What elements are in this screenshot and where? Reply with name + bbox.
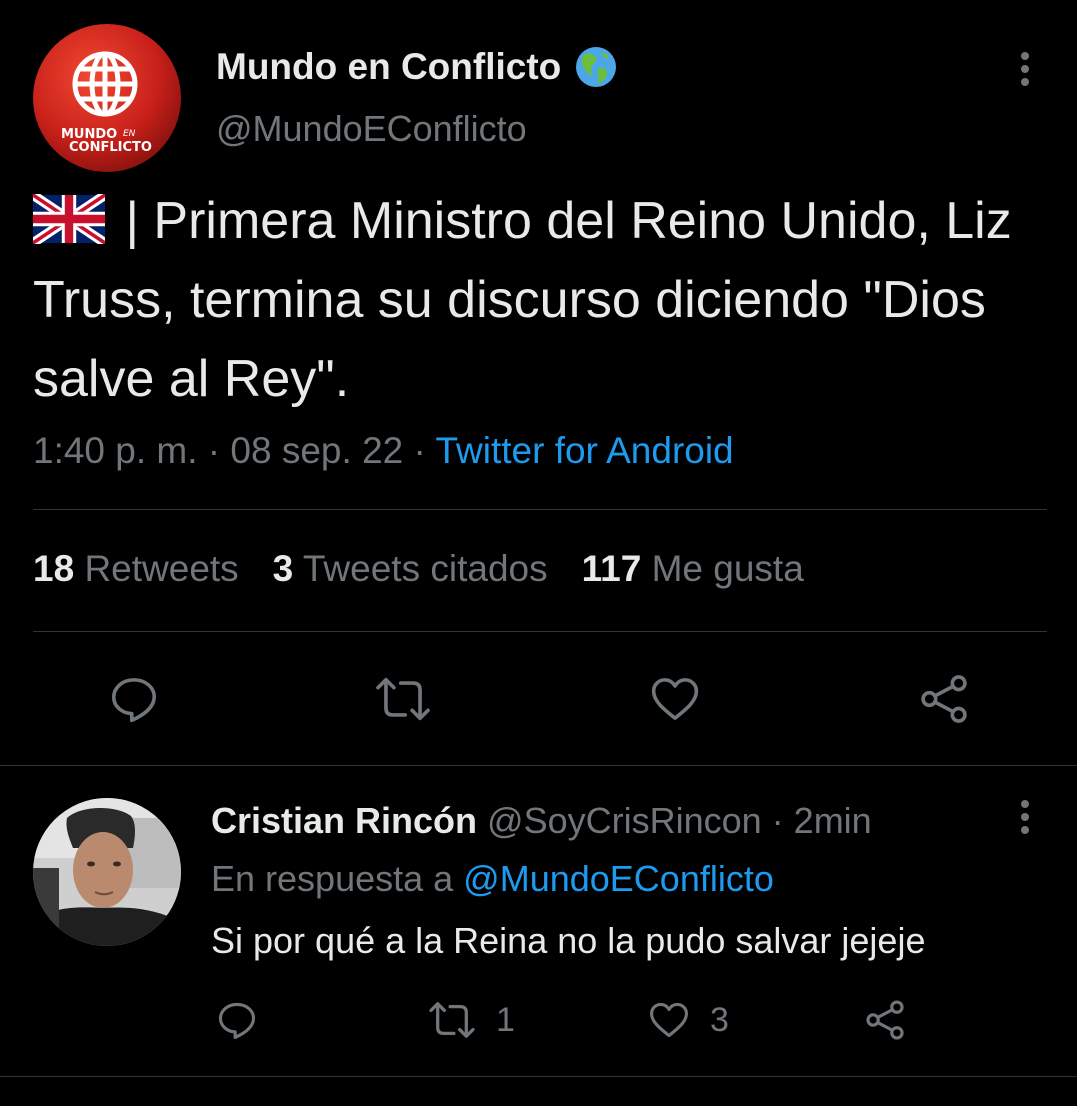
tweet-source[interactable]: Twitter for Android xyxy=(435,430,733,471)
meta-separator: · xyxy=(403,430,436,471)
likes-label: Me gusta xyxy=(651,548,804,589)
reply-more-options-icon[interactable] xyxy=(1018,798,1032,838)
quotes-label: Tweets citados xyxy=(302,548,548,589)
reply-time[interactable]: 2min xyxy=(794,800,872,841)
reply-tweet: Cristian Rincón @SoyCrisRincon · 2min En… xyxy=(0,766,1077,1077)
logo-word-en: EN xyxy=(123,129,136,139)
likes-stat[interactable]: 117 Me gusta xyxy=(582,548,804,589)
tweet-time[interactable]: 1:40 p. m. xyxy=(33,430,198,471)
reply-retweet-button[interactable]: 1 xyxy=(426,999,515,1041)
reply-icon xyxy=(218,1002,256,1039)
share-button[interactable] xyxy=(915,672,973,726)
quotes-count: 3 xyxy=(272,548,294,589)
reply-icon xyxy=(111,678,157,723)
replying-to-mention[interactable]: @MundoEConflicto xyxy=(463,858,774,899)
like-button[interactable] xyxy=(647,672,703,726)
quotes-stat[interactable]: 3 Tweets citados xyxy=(273,548,548,589)
heart-icon xyxy=(650,1002,688,1038)
replying-to: En respuesta a @MundoEConflicto xyxy=(211,858,774,900)
heart-icon xyxy=(651,678,699,720)
reply-retweets-count: 1 xyxy=(496,1000,515,1039)
more-options-icon[interactable] xyxy=(1018,50,1032,90)
author-avatar[interactable]: MUNDO EN CONFLICTO xyxy=(33,24,181,172)
tweet-body: | Primera Ministro del Reino Unido, Liz … xyxy=(33,192,1012,408)
divider xyxy=(33,631,1047,632)
reply-author-handle[interactable]: @SoyCrisRincon xyxy=(487,800,762,841)
reply-reply-button[interactable] xyxy=(214,998,260,1042)
retweet-icon xyxy=(429,1002,475,1038)
reply-text: Si por qué a la Reina no la pudo salvar … xyxy=(211,920,926,961)
globe-americas-icon xyxy=(575,46,617,88)
tweet-text: | Primera Ministro del Reino Unido, Liz … xyxy=(30,182,1043,419)
tweet-stats: 18 Retweets 3 Tweets citados 117 Me gusta xyxy=(33,548,838,590)
logo-word-conflicto: CONFLICTO xyxy=(69,140,152,155)
likes-count: 117 xyxy=(581,548,642,589)
reply-header: Cristian Rincón @SoyCrisRincon · 2min xyxy=(211,800,872,842)
reply-time-separator: · xyxy=(761,800,794,841)
reply-avatar-photo xyxy=(33,798,181,946)
retweets-count: 18 xyxy=(33,548,75,589)
share-icon xyxy=(921,675,967,723)
mundo-en-conflicto-logo: MUNDO EN CONFLICTO xyxy=(33,24,181,172)
tweet-meta: 1:40 p. m. · 08 sep. 22 · Twitter for An… xyxy=(33,430,734,472)
tweet-date[interactable]: 08 sep. 22 xyxy=(230,430,403,471)
retweet-icon xyxy=(376,677,430,721)
replying-to-prefix: En respuesta a xyxy=(211,858,464,899)
author-handle[interactable]: @MundoEConflicto xyxy=(216,108,527,150)
main-tweet: MUNDO EN CONFLICTO Mundo en Conflicto @M… xyxy=(0,0,1077,766)
reply-likes-count: 3 xyxy=(710,1000,729,1039)
retweet-button[interactable] xyxy=(372,674,434,724)
reply-button[interactable] xyxy=(106,672,162,726)
meta-separator: · xyxy=(197,430,231,471)
retweets-label: Retweets xyxy=(84,548,239,589)
reply-like-button[interactable]: 3 xyxy=(646,998,729,1042)
reply-author-name[interactable]: Cristian Rincón xyxy=(211,800,477,841)
author-name[interactable]: Mundo en Conflicto xyxy=(216,46,617,88)
divider xyxy=(33,509,1047,510)
uk-flag-icon xyxy=(30,188,108,247)
reply-author-avatar[interactable] xyxy=(33,798,181,946)
retweets-stat[interactable]: 18 Retweets xyxy=(33,548,239,589)
share-icon xyxy=(866,1000,904,1040)
reply-share-button[interactable] xyxy=(861,998,909,1042)
author-name-text: Mundo en Conflicto xyxy=(216,46,562,87)
